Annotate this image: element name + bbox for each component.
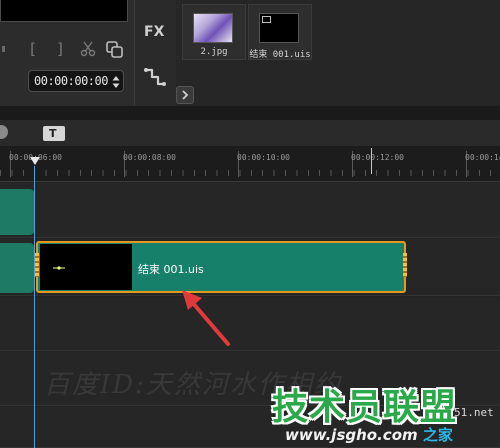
timeline-clip-selected[interactable]: 结束 001.uis <box>35 241 407 293</box>
timecode-value: 00:00:00:00 <box>34 74 108 88</box>
mark-out-button[interactable]: ] <box>56 38 65 60</box>
preview-screen <box>0 0 128 22</box>
video-editor-window: [ ] 00:00:00:00 FX 2.jpg 结束 001.uis T 00… <box>0 0 500 448</box>
ruler-label: 00:00:14 <box>465 153 500 162</box>
fx-filter-button[interactable]: FX <box>144 24 164 40</box>
player-controls: [ ] <box>0 38 130 62</box>
track-empty-1 <box>0 297 500 351</box>
title-track-icon[interactable]: T <box>43 126 65 141</box>
playhead-handle[interactable] <box>30 157 40 165</box>
film-icon <box>262 16 271 23</box>
site-logo-watermark: 技术员联盟 <box>272 387 458 428</box>
site-domain-fragment: 51.net <box>454 406 494 419</box>
library-category-bar: FX <box>134 0 176 106</box>
annotation-arrow-icon <box>182 290 230 346</box>
timecode-spinner[interactable] <box>112 74 120 88</box>
ruler-label: 00:00:10:00 <box>237 153 290 162</box>
library-item-label: 2.jpg <box>200 47 228 57</box>
ruler-label: 00:00:08:00 <box>123 153 176 162</box>
timeline-toolbar: T <box>0 120 500 146</box>
track-clip-stub[interactable] <box>0 189 34 235</box>
track-clip-stub[interactable] <box>0 243 34 293</box>
media-library: 2.jpg 结束 001.uis <box>176 0 500 106</box>
site-url-cn: 之家 <box>422 426 453 444</box>
library-item-video[interactable]: 结束 001.uis <box>248 4 312 60</box>
preview-position-line <box>371 148 372 174</box>
library-item-image[interactable]: 2.jpg <box>182 4 246 60</box>
ruler-minor-ticks <box>0 170 500 176</box>
playhead-line <box>34 166 35 448</box>
track-video-1 <box>0 183 500 238</box>
timecode-field[interactable]: 00:00:00:00 <box>28 70 124 92</box>
route-icon[interactable] <box>143 66 167 92</box>
library-item-label: 结束 001.uis <box>249 50 311 60</box>
timeline-option-button[interactable] <box>0 125 8 139</box>
site-url: www.jsgho.com <box>285 426 418 444</box>
clip-thumbnail <box>40 244 132 290</box>
mark-in-button[interactable]: [ <box>28 38 37 60</box>
video-thumbnail <box>259 13 299 43</box>
copy-icon[interactable] <box>106 41 123 58</box>
site-url-watermark: www.jsgho.com 之家 <box>285 424 453 445</box>
timeline-ruler[interactable]: 00:00:06:00 00:00:08:00 00:00:10:00 00:0… <box>0 146 500 182</box>
image-thumbnail <box>193 13 233 43</box>
scissors-icon[interactable] <box>80 41 96 57</box>
chevron-right-icon <box>182 90 189 100</box>
player-panel: [ ] 00:00:00:00 <box>0 0 134 106</box>
clip-title: 结束 001.uis <box>138 263 204 276</box>
sparkle-icon <box>53 266 65 270</box>
panel-divider <box>0 106 500 120</box>
clip-trim-handle-left[interactable] <box>35 253 39 277</box>
control-tick-icon <box>2 38 6 60</box>
ruler-label: 00:00:12:00 <box>351 153 404 162</box>
expand-library-button[interactable] <box>176 86 194 104</box>
clip-trim-handle-right[interactable] <box>403 253 407 277</box>
